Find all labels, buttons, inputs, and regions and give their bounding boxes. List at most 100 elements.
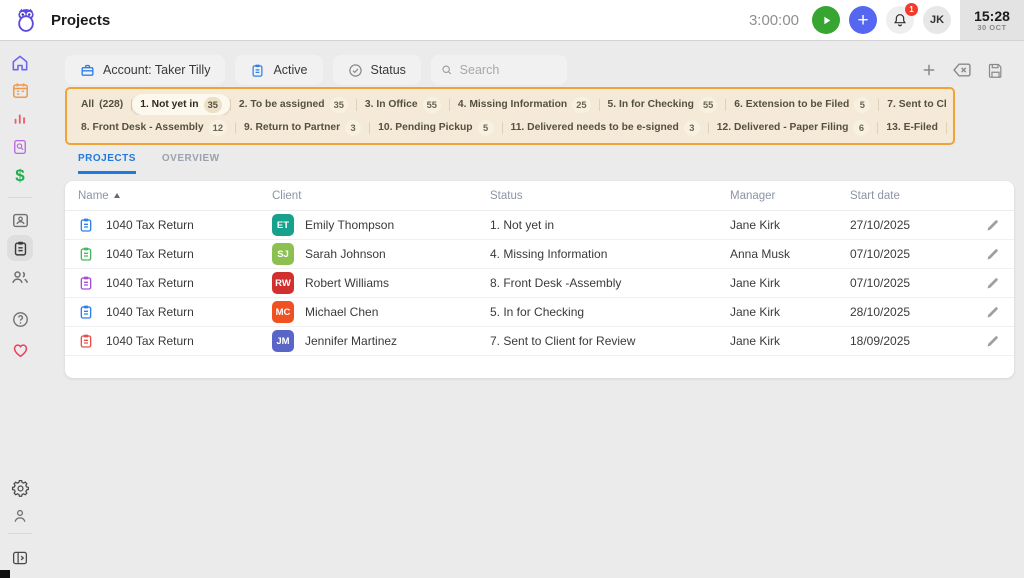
left-sidebar: $ (0, 40, 40, 578)
table-row[interactable]: 1040 Tax Return MC Michael Chen 5. In fo… (65, 298, 1014, 327)
user-avatar[interactable]: JK (923, 6, 951, 34)
plus-icon: + (857, 11, 868, 30)
edit-icon[interactable] (985, 218, 1000, 233)
project-clipboard-icon (78, 275, 94, 291)
status-chip-row-2: 8. Front Desk - Assembly 12 9. Return to… (73, 117, 947, 138)
help-icon[interactable] (7, 306, 33, 332)
status-chip[interactable]: 3. In Office 55 (357, 94, 449, 115)
filter-bar: Account: Taker Tilly Active Status (65, 55, 1006, 85)
chip-count-badge: 35 (330, 97, 348, 113)
column-header-start-date: Start date (850, 190, 985, 202)
chip-count-badge: 3 (684, 120, 700, 136)
edit-icon[interactable] (985, 276, 1000, 291)
app-header: Projects 3:00:00 + 1 JK 15:28 30 OCT (0, 0, 1024, 40)
create-new-button[interactable]: + (849, 6, 877, 34)
add-filter-icon[interactable] (918, 59, 940, 81)
client-name: Jennifer Martinez (305, 334, 397, 348)
client-name: Robert Williams (305, 276, 389, 290)
status-chip[interactable]: 11. Delivered needs to be e-signed 3 (503, 117, 708, 138)
status-filter-label: Status (371, 63, 406, 77)
table-row[interactable]: 1040 Tax Return RW Robert Williams 8. Fr… (65, 269, 1014, 298)
project-clipboard-icon (78, 217, 94, 233)
start-timer-button[interactable] (812, 6, 840, 34)
client-avatar: SJ (272, 243, 294, 265)
status-chip[interactable]: 10. Pending Pickup 5 (370, 117, 501, 138)
status-chip[interactable]: 1. Not yet in 35 (132, 94, 230, 115)
projects-clipboard-icon[interactable] (7, 235, 33, 261)
clear-filters-icon[interactable] (951, 59, 973, 81)
chip-count-badge: 6 (853, 120, 869, 136)
tab-projects[interactable]: PROJECTS (78, 153, 136, 174)
document-search-icon[interactable] (7, 134, 33, 160)
status-filter-button[interactable]: Status (333, 55, 421, 85)
client-name: Sarah Johnson (305, 247, 386, 261)
page-title: Projects (51, 12, 110, 29)
table-header-row: Name Client Status Manager Start date (65, 181, 1014, 211)
edit-icon[interactable] (985, 247, 1000, 262)
owl-logo-icon (13, 7, 39, 33)
home-icon[interactable] (7, 50, 33, 76)
project-start-date: 27/10/2025 (850, 218, 985, 232)
project-start-date: 18/09/2025 (850, 334, 985, 348)
account-filter-button[interactable]: Account: Taker Tilly (65, 55, 225, 85)
bell-icon (892, 12, 908, 28)
profile-icon[interactable] (7, 503, 33, 529)
project-name: 1040 Tax Return (106, 305, 194, 319)
search-input[interactable] (460, 63, 557, 77)
status-chip[interactable]: 13. E-Filed (878, 117, 946, 138)
contact-card-icon[interactable] (7, 207, 33, 233)
favorites-heart-icon[interactable] (7, 336, 33, 362)
status-chip[interactable]: 4. Missing Information 25 (450, 94, 599, 115)
status-chip[interactable]: 5. In for Checking 55 (600, 94, 726, 115)
status-chip[interactable]: 8. Front Desk - Assembly 12 (73, 117, 235, 138)
status-chip-all[interactable]: All (228) (73, 94, 131, 115)
status-chips-panel: All (228) 1. Not yet in 35 2. To be assi… (65, 87, 955, 145)
status-chip[interactable]: 12. Delivered - Paper Filing 6 (709, 117, 878, 138)
chip-count-badge: 25 (572, 97, 590, 113)
project-status: 1. Not yet in (490, 218, 730, 232)
chip-count-badge: 55 (423, 97, 441, 113)
status-chip[interactable]: 2. To be assigned 35 (231, 94, 356, 115)
active-filter-button[interactable]: Active (235, 55, 322, 85)
project-manager: Jane Kirk (730, 334, 850, 348)
status-chip[interactable]: 6. Extension to be Filed 5 (726, 94, 878, 115)
table-row[interactable]: 1040 Tax Return JM Jennifer Martinez 7. … (65, 327, 1014, 356)
project-status: 4. Missing Information (490, 247, 730, 261)
team-icon[interactable] (7, 264, 33, 290)
edit-icon[interactable] (985, 305, 1000, 320)
settings-gear-icon[interactable] (7, 475, 33, 501)
status-chip[interactable]: 7. Sent to Client for Review 17 (879, 94, 947, 115)
table-row[interactable]: 1040 Tax Return SJ Sarah Johnson 4. Miss… (65, 240, 1014, 269)
billing-icon[interactable]: $ (7, 163, 33, 189)
chip-count-badge: 5 (854, 97, 870, 113)
tab-overview[interactable]: OVERVIEW (162, 153, 220, 174)
project-name: 1040 Tax Return (106, 276, 194, 290)
project-status: 8. Front Desk -Assembly (490, 276, 730, 290)
table-row[interactable]: 1040 Tax Return ET Emily Thompson 1. Not… (65, 211, 1014, 240)
chip-count-badge: 12 (209, 120, 227, 136)
save-view-icon[interactable] (984, 59, 1006, 81)
clock-date: 30 OCT (977, 24, 1006, 33)
client-avatar: JM (272, 330, 294, 352)
collapse-panel-icon[interactable] (7, 545, 33, 571)
analytics-icon[interactable] (7, 104, 33, 130)
project-name: 1040 Tax Return (106, 334, 194, 348)
project-status: 7. Sent to Client for Review (490, 334, 730, 348)
calendar-icon[interactable] (7, 77, 33, 103)
clock-time: 15:28 (974, 8, 1010, 24)
clock-widget: 15:28 30 OCT (960, 0, 1024, 40)
edit-icon[interactable] (985, 334, 1000, 349)
column-header-client: Client (272, 190, 490, 202)
client-avatar: RW (272, 272, 294, 294)
column-header-name[interactable]: Name (78, 190, 272, 202)
briefcase-icon (80, 63, 95, 78)
project-status: 5. In for Checking (490, 305, 730, 319)
project-start-date: 07/10/2025 (850, 276, 985, 290)
search-box[interactable] (431, 55, 567, 85)
sort-ascending-icon (114, 193, 120, 198)
timer-value: 3:00:00 (749, 12, 799, 29)
status-chip-row-1: All (228) 1. Not yet in 35 2. To be assi… (73, 94, 947, 115)
notifications-button[interactable]: 1 (886, 6, 914, 34)
status-chip[interactable]: 9. Return to Partner 3 (236, 117, 369, 138)
clipboard-icon (250, 63, 265, 78)
